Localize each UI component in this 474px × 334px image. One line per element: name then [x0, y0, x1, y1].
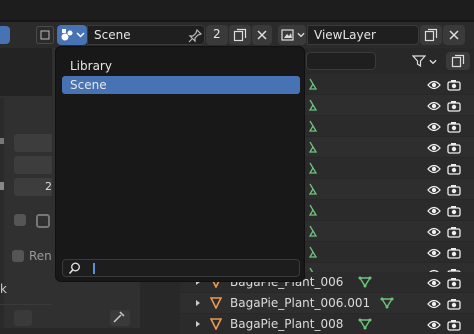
modifier-icon: [308, 78, 318, 90]
eye-icon[interactable]: [427, 100, 441, 112]
new-view-layer-button[interactable]: [420, 25, 442, 45]
mesh-object-icon: [210, 297, 222, 309]
eye-icon[interactable]: [427, 121, 441, 133]
menu-item-label: Scene: [70, 78, 107, 92]
filter-button[interactable]: [410, 52, 440, 70]
add-icon[interactable]: [36, 26, 54, 44]
properties-panel: 2( Rend k: [0, 48, 59, 328]
eye-icon[interactable]: [427, 163, 441, 175]
modifier-icon: [308, 225, 318, 237]
eye-icon[interactable]: [427, 247, 441, 259]
new-scene-button[interactable]: [229, 25, 251, 45]
modifier-icon: [308, 141, 318, 153]
divider: [0, 304, 52, 305]
search-icon: [68, 262, 80, 275]
modifier-icon: [308, 183, 318, 195]
checkbox[interactable]: [12, 250, 24, 262]
checkbox[interactable]: [14, 214, 26, 226]
eyedropper-icon[interactable]: [110, 310, 130, 326]
eye-icon[interactable]: [427, 142, 441, 154]
pin-icon[interactable]: [188, 29, 202, 43]
mesh-data-icon: [358, 318, 372, 330]
mesh-object-icon: [210, 318, 222, 330]
tab-marker: [0, 138, 4, 144]
duplicate-icon: [233, 28, 247, 42]
text-cursor: [93, 263, 95, 274]
close-icon: [449, 30, 459, 40]
mesh-data-icon: [380, 297, 394, 309]
scene-users-count[interactable]: 2: [206, 25, 228, 45]
modifier-icon: [308, 204, 318, 216]
close-icon: [257, 30, 267, 40]
expand-arrow-icon[interactable]: [194, 299, 202, 307]
dropdown-search-input[interactable]: [62, 259, 300, 277]
scene-name: Scene: [94, 28, 131, 42]
scene-icon: [61, 29, 73, 41]
view-layer-name: ViewLayer: [314, 28, 376, 42]
properties-tabs-area: [0, 48, 52, 96]
top-bar: [0, 0, 474, 20]
property-field[interactable]: 2(: [14, 178, 56, 196]
delete-scene-button[interactable]: [252, 25, 272, 45]
duplicate-icon: [451, 54, 465, 68]
eye-icon[interactable]: [427, 298, 441, 310]
eye-icon[interactable]: [427, 319, 441, 331]
scene-dropdown-menu: Library Scene: [55, 46, 305, 282]
camera-icon[interactable]: [447, 205, 461, 217]
expand-arrow-icon[interactable]: [194, 320, 202, 328]
outliner-search-input[interactable]: [306, 52, 376, 70]
object-icon: [36, 214, 50, 228]
outliner-row-label: BagaPie_Plant_008: [230, 317, 344, 331]
modifier-icon: [308, 120, 318, 132]
view-layer-icon: [281, 29, 294, 41]
camera-icon[interactable]: [447, 142, 461, 154]
select-box-icon[interactable]: [14, 310, 32, 326]
menu-item-label: Library: [70, 59, 112, 73]
outliner-header: Scene 2 ViewLayer: [0, 22, 474, 49]
modifier-icon: [308, 99, 318, 111]
tab-marker: [0, 182, 4, 190]
camera-icon[interactable]: [447, 121, 461, 133]
eye-icon[interactable]: [427, 184, 441, 196]
camera-icon[interactable]: [447, 319, 461, 331]
modifier-icon: [308, 246, 318, 258]
eye-icon[interactable]: [427, 79, 441, 91]
menu-item-scene[interactable]: Scene: [62, 76, 300, 94]
camera-icon[interactable]: [447, 277, 461, 289]
view-layer-name-field[interactable]: ViewLayer: [307, 25, 419, 45]
property-field[interactable]: [14, 134, 54, 152]
filter-icon: [412, 55, 426, 68]
chevron-down-icon: [76, 32, 85, 38]
camera-icon[interactable]: [447, 298, 461, 310]
mesh-data-icon: [358, 276, 372, 288]
duplicate-icon: [424, 28, 438, 42]
camera-icon[interactable]: [447, 247, 461, 259]
eye-icon[interactable]: [427, 226, 441, 238]
eye-icon[interactable]: [427, 205, 441, 217]
delete-view-layer-button[interactable]: [443, 25, 465, 45]
menu-item-library[interactable]: Library: [62, 57, 300, 75]
scene-name-field[interactable]: Scene: [87, 25, 205, 45]
camera-icon[interactable]: [447, 100, 461, 112]
eye-icon[interactable]: [427, 277, 441, 289]
new-collection-button[interactable]: [446, 52, 470, 70]
camera-icon[interactable]: [447, 226, 461, 238]
camera-icon[interactable]: [447, 184, 461, 196]
property-field[interactable]: [14, 156, 54, 174]
view-layer-browse-button[interactable]: [278, 25, 306, 45]
partial-label: k: [0, 282, 7, 296]
modifier-icon: [308, 162, 318, 174]
users-count-label: 2: [213, 27, 221, 41]
outliner-row-label: BagaPie_Plant_006.001: [230, 296, 371, 310]
camera-icon[interactable]: [447, 79, 461, 91]
camera-icon[interactable]: [447, 163, 461, 175]
chevron-down-icon: [297, 32, 305, 38]
chevron-down-icon: [429, 59, 437, 65]
scene-browse-button[interactable]: [57, 25, 87, 45]
editor-type-button[interactable]: [0, 26, 10, 44]
